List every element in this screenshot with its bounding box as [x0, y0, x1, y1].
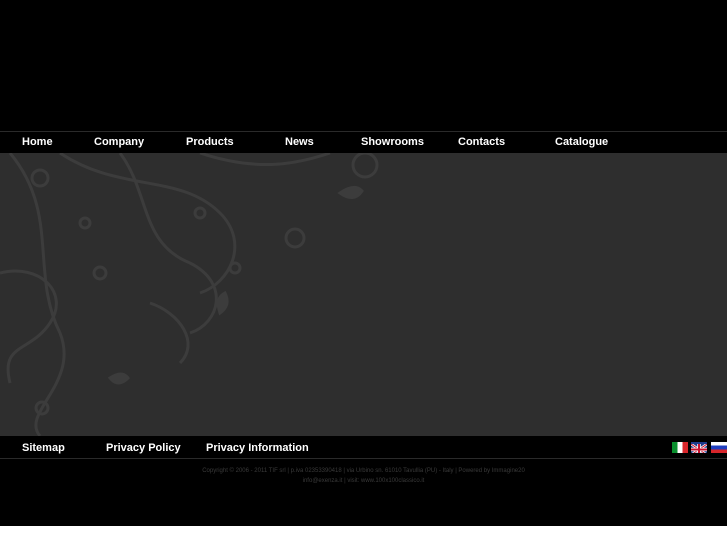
footer-nav: Sitemap Privacy Policy Privacy Informati… [0, 437, 727, 458]
nav-news[interactable]: News [285, 136, 314, 148]
nav-contacts[interactable]: Contacts [458, 136, 505, 148]
copyright: Copyright © 2006 - 2011 TIF srl | p.iva … [0, 466, 727, 486]
page: Home Company Products News Showrooms Con… [0, 0, 727, 526]
divider [0, 458, 727, 459]
nav-home[interactable]: Home [22, 136, 53, 148]
uk-flag-icon[interactable] [691, 442, 707, 453]
footer-privacy-information-link[interactable]: Privacy Information [206, 442, 309, 454]
italy-flag-icon[interactable] [672, 442, 688, 453]
nav-products[interactable]: Products [186, 136, 234, 148]
floral-ornament [0, 153, 379, 436]
nav-company[interactable]: Company [94, 136, 144, 148]
content-area [0, 153, 727, 436]
footer-privacy-policy-link[interactable]: Privacy Policy [106, 442, 181, 454]
copyright-line: Copyright © 2006 - 2011 TIF srl | p.iva … [202, 468, 525, 474]
footer-sitemap-link[interactable]: Sitemap [22, 442, 65, 454]
contact-line: info@exenza.it | visit: www.100x100class… [302, 478, 425, 484]
nav-showrooms[interactable]: Showrooms [361, 136, 424, 148]
nav-catalogue[interactable]: Catalogue [555, 136, 608, 148]
russia-flag-icon[interactable] [711, 442, 727, 453]
main-nav: Home Company Products News Showrooms Con… [0, 132, 727, 153]
